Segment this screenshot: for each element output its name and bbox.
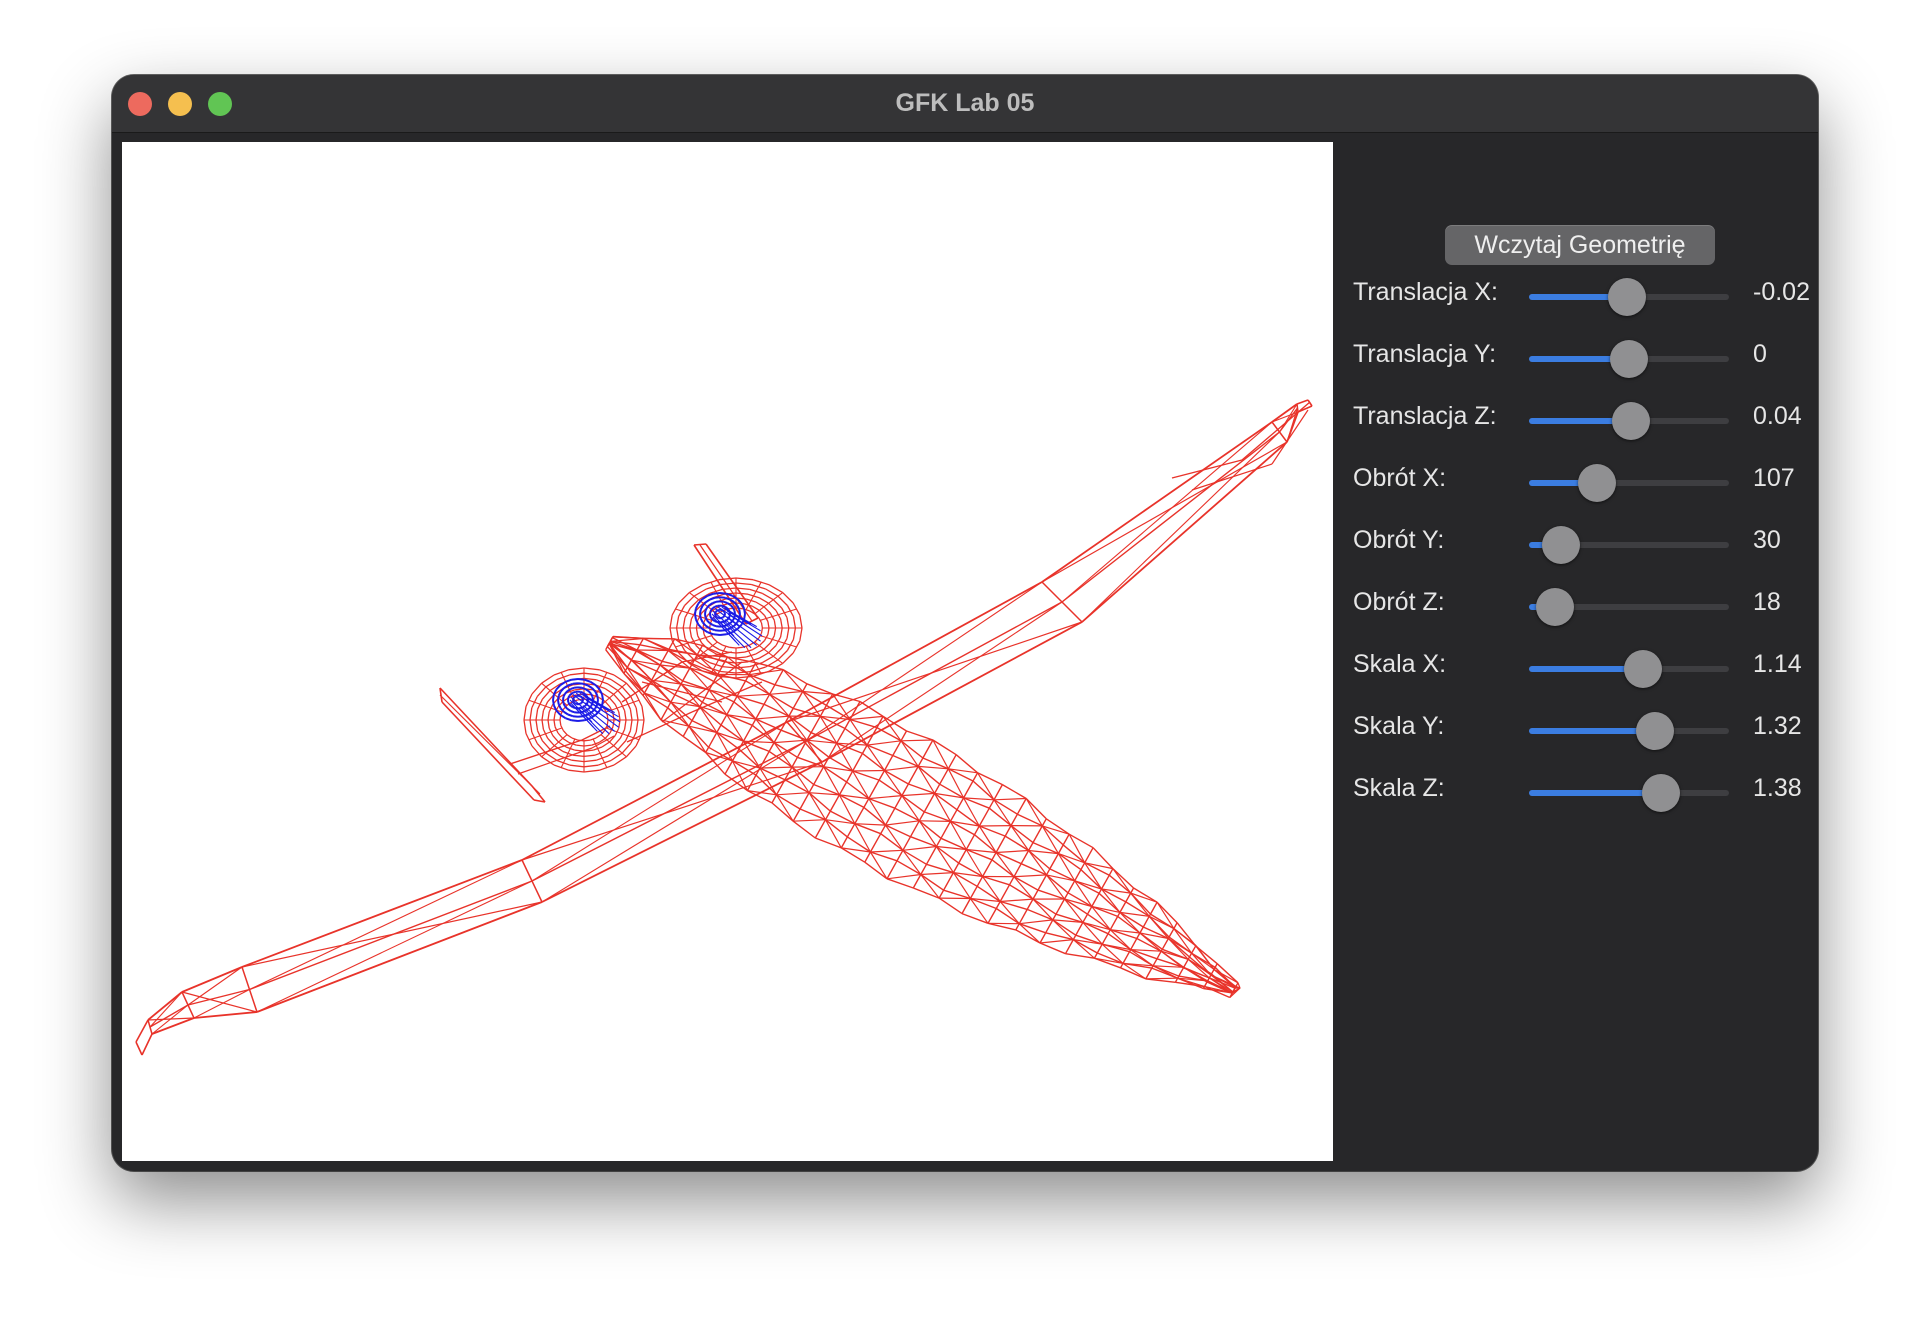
slider-row-obrot-y: Obrót Y: 30 xyxy=(1333,518,1818,568)
slider-knob[interactable] xyxy=(1636,712,1674,750)
slider-knob[interactable] xyxy=(1624,650,1662,688)
slider-skala-z[interactable] xyxy=(1529,774,1729,812)
slider-label: Obrót Z: xyxy=(1353,588,1445,616)
slider-knob[interactable] xyxy=(1642,774,1680,812)
app-window: GFK Lab 05 Wczytaj Geometrię Translacja … xyxy=(112,75,1818,1171)
slider-row-skala-x: Skala X: 1.14 xyxy=(1333,642,1818,692)
slider-value: 1.14 xyxy=(1753,650,1802,678)
slider-row-translacja-z: Translacja Z: 0.04 xyxy=(1333,394,1818,444)
slider-value: -0.02 xyxy=(1753,278,1810,306)
slider-value: 107 xyxy=(1753,464,1795,492)
slider-label: Skala Y: xyxy=(1353,712,1445,740)
slider-row-skala-z: Skala Z: 1.38 xyxy=(1333,766,1818,816)
slider-label: Skala X: xyxy=(1353,650,1447,678)
slider-value: 0 xyxy=(1753,340,1767,368)
slider-value: 18 xyxy=(1753,588,1781,616)
slider-row-translacja-y: Translacja Y: 0 xyxy=(1333,332,1818,382)
controls-panel: Wczytaj Geometrię Translacja X: -0.02 Tran… xyxy=(1333,133,1818,1171)
render-viewport[interactable] xyxy=(122,142,1333,1161)
slider-row-translacja-x: Translacja X: -0.02 xyxy=(1333,270,1818,320)
slider-knob[interactable] xyxy=(1536,588,1574,626)
slider-value: 1.38 xyxy=(1753,774,1802,802)
slider-knob[interactable] xyxy=(1578,464,1616,502)
slider-skala-x[interactable] xyxy=(1529,650,1729,688)
load-geometry-button[interactable]: Wczytaj Geometrię xyxy=(1445,225,1715,265)
slider-knob[interactable] xyxy=(1542,526,1580,564)
slider-obrot-z[interactable] xyxy=(1529,588,1729,626)
window-title: GFK Lab 05 xyxy=(895,89,1035,117)
wireframe-model xyxy=(135,399,1313,1056)
slider-label: Translacja Z: xyxy=(1353,402,1497,430)
slider-row-skala-y: Skala Y: 1.32 xyxy=(1333,704,1818,754)
slider-value: 30 xyxy=(1753,526,1781,554)
title-bar[interactable]: GFK Lab 05 xyxy=(112,75,1818,133)
slider-label: Translacja Y: xyxy=(1353,340,1497,368)
slider-row-obrot-z: Obrót Z: 18 xyxy=(1333,580,1818,630)
slider-knob[interactable] xyxy=(1610,340,1648,378)
slider-label: Translacja X: xyxy=(1353,278,1498,306)
slider-translacja-x[interactable] xyxy=(1529,278,1729,316)
slider-value: 1.32 xyxy=(1753,712,1802,740)
slider-translacja-z[interactable] xyxy=(1529,402,1729,440)
slider-row-obrot-x: Obrót X: 107 xyxy=(1333,456,1818,506)
slider-label: Obrót X: xyxy=(1353,464,1447,492)
slider-label: Skala Z: xyxy=(1353,774,1445,802)
slider-knob[interactable] xyxy=(1608,278,1646,316)
slider-obrot-x[interactable] xyxy=(1529,464,1729,502)
slider-obrot-y[interactable] xyxy=(1529,526,1729,564)
slider-translacja-y[interactable] xyxy=(1529,340,1729,378)
slider-label: Obrót Y: xyxy=(1353,526,1445,554)
slider-skala-y[interactable] xyxy=(1529,712,1729,750)
slider-knob[interactable] xyxy=(1612,402,1650,440)
slider-value: 0.04 xyxy=(1753,402,1802,430)
fuselage-mesh xyxy=(605,635,1241,999)
